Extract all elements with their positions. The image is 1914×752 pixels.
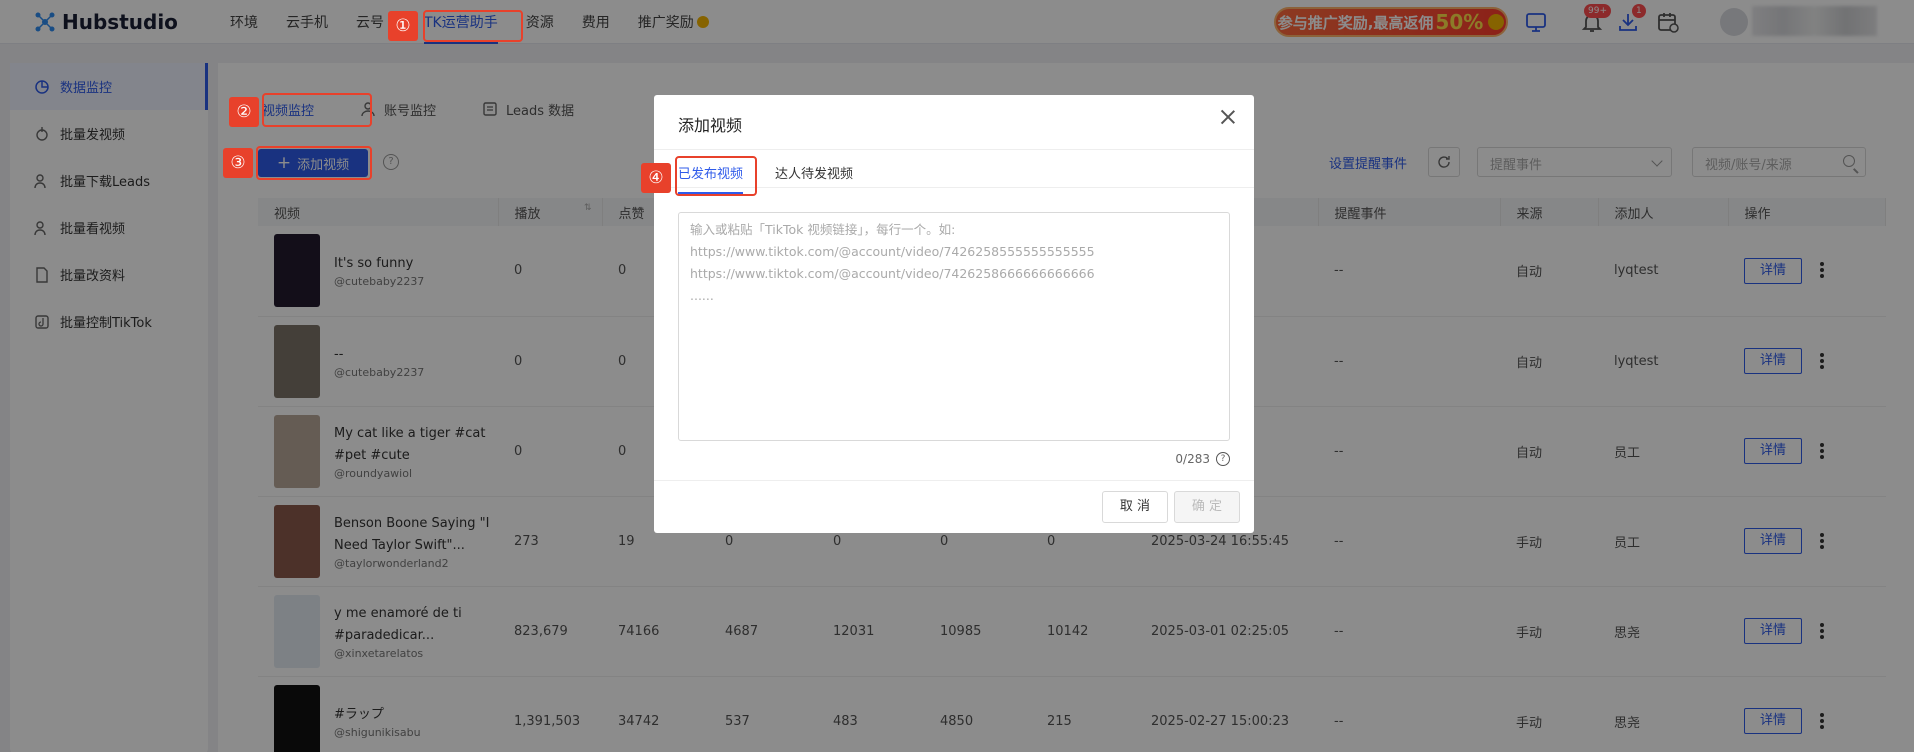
tab-creator-pending-videos[interactable]: 达人待发视频: [775, 163, 853, 182]
help-icon[interactable]: ?: [1216, 452, 1230, 466]
annotation-box-4: [675, 156, 757, 196]
annotation-box-3: [256, 146, 372, 180]
close-icon[interactable]: [1220, 109, 1236, 125]
annotation-marker-1: ①: [388, 11, 418, 41]
annotation-box-1: [423, 10, 523, 42]
counter-text: 0/283: [1175, 452, 1210, 466]
video-links-textarea[interactable]: 输入或粘贴「TikTok 视频链接」，每行一个。如: https://www.t…: [678, 212, 1230, 441]
confirm-button[interactable]: 确 定: [1174, 491, 1240, 523]
annotation-marker-3: ③: [223, 148, 253, 178]
annotation-marker-2: ②: [229, 97, 259, 127]
modal-divider: [654, 149, 1254, 150]
modal-divider: [654, 480, 1254, 481]
cancel-button[interactable]: 取 消: [1102, 491, 1168, 523]
annotation-box-2: [262, 93, 372, 127]
char-counter: 0/283 ?: [1175, 452, 1230, 466]
modal-title: 添加视频: [678, 116, 743, 135]
annotation-marker-4: ④: [641, 163, 671, 193]
